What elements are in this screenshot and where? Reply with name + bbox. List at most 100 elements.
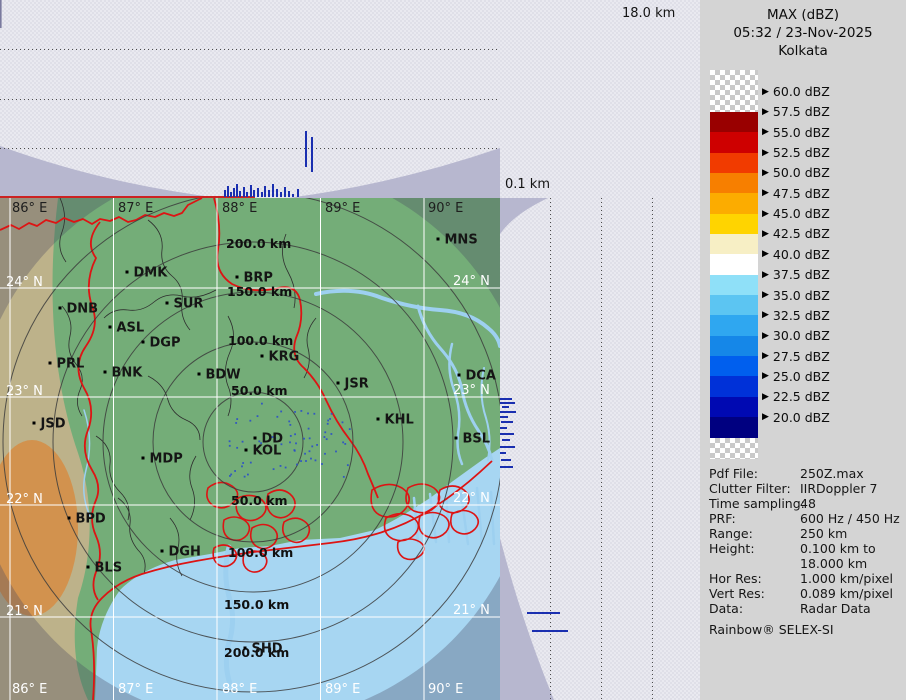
echo-speckle [242, 462, 244, 464]
dbz-scale-label: ▶20.0 dBZ [762, 410, 830, 424]
echo-speckle [327, 423, 329, 425]
station-code-label: DMK [134, 266, 169, 281]
metadata-row: Time sampling:48 [709, 496, 903, 511]
echo-speckle [347, 464, 349, 466]
echo-speckle [261, 403, 263, 405]
echo-height-spike [276, 189, 278, 197]
station-code-label: BDW [206, 368, 241, 383]
echo-speckle [236, 418, 238, 420]
echo-speckle [250, 462, 252, 464]
echo-speckle [342, 421, 344, 423]
scale-tick-arrow-icon: ▶ [762, 371, 769, 381]
product-metadata: Pdf File:250Z.maxClutter Filter:IIRDoppl… [709, 466, 903, 616]
echo-speckle [235, 422, 237, 424]
metadata-row: Data:Radar Data [709, 601, 903, 616]
station-code-label: DGH [169, 545, 201, 560]
top-height-profile-panel [0, 0, 500, 198]
echo-speckle [294, 411, 296, 413]
echo-height-spike [239, 191, 241, 197]
latitude-label-right: 23° N [453, 383, 490, 398]
echo-speckle [324, 453, 326, 455]
echo-speckle [329, 418, 331, 420]
dbz-scale-label: ▶45.0 dBZ [762, 207, 830, 221]
metadata-row: Pdf File:250Z.max [709, 466, 903, 481]
latitude-label-right: 21° N [453, 603, 490, 618]
station-dot [337, 382, 340, 385]
echo-speckle [349, 428, 351, 430]
metadata-value: 600 Hz / 450 Hz [800, 511, 903, 526]
echo-speckle [257, 415, 259, 417]
metadata-label: Clutter Filter: [709, 481, 800, 496]
software-brand: Rainbow® SELEX-SI [709, 622, 834, 637]
scale-tick-arrow-icon: ▶ [762, 229, 769, 239]
echo-height-spike [261, 192, 263, 197]
station-dot [261, 355, 264, 358]
echo-speckle [327, 420, 329, 422]
scale-tick-arrow-icon: ▶ [762, 331, 769, 341]
echo-height-spike [305, 131, 307, 167]
beam-wedge-top [500, 198, 548, 234]
longitude-label-bottom: 88° E [222, 682, 257, 697]
right-height-profile-panel [500, 198, 700, 700]
dbz-scale-label: ▶60.0 dBZ [762, 85, 830, 99]
echo-speckle [273, 468, 275, 470]
echo-speckle [294, 433, 296, 435]
metadata-row: Range:250 km [709, 526, 903, 541]
longitude-label-bottom: 87° E [118, 682, 153, 697]
range-ring-label: 50.0 km [231, 383, 288, 398]
latitude-label-left: 22° N [6, 492, 43, 507]
echo-speckle [311, 445, 313, 447]
echo-height-spike [253, 190, 255, 197]
echo-height-spike [233, 188, 235, 197]
echo-speckle [304, 453, 306, 455]
scale-tick-arrow-icon: ▶ [762, 249, 769, 259]
station-code-label: BLS [95, 561, 123, 576]
metadata-label: Height: [709, 541, 800, 556]
echo-height-spike [297, 189, 299, 197]
range-ring-label: 50.0 km [231, 493, 288, 508]
echo-speckle [288, 421, 290, 423]
longitude-label-top: 89° E [325, 201, 360, 216]
station-dot [68, 517, 71, 520]
station-dot [198, 373, 201, 376]
echo-speckle [258, 440, 260, 442]
metadata-label: Hor Res: [709, 571, 800, 586]
scale-tick-arrow-icon: ▶ [762, 168, 769, 178]
metadata-row: Vert Res:0.089 km/pixel [709, 586, 903, 601]
echo-speckle [229, 445, 231, 447]
station-code-label: JSR [344, 377, 369, 392]
legend-panel: MAX (dBZ) 05:32 / 23-Nov-2025 Kolkata ▶6… [700, 0, 906, 700]
echo-speckle [285, 467, 287, 469]
station-code-label: KHL [385, 413, 414, 428]
echo-speckle [300, 460, 302, 462]
station-code-label: KRG [269, 350, 300, 365]
metadata-row: PRF:600 Hz / 450 Hz [709, 511, 903, 526]
beam-wedge-left [0, 146, 220, 198]
scale-tick-arrow-icon: ▶ [762, 310, 769, 320]
dbz-scale-label: ▶37.5 dBZ [762, 268, 830, 282]
echo-speckle [335, 451, 337, 453]
echo-height-spike [272, 184, 274, 197]
metadata-value: 0.089 km/pixel [800, 586, 903, 601]
echo-speckle [326, 438, 328, 440]
echo-speckle [309, 450, 311, 452]
radar-application-window: 18.0 km 0.1 km [0, 0, 906, 700]
latitude-label-left: 21° N [6, 604, 43, 619]
scale-tick-arrow-icon: ▶ [762, 127, 769, 137]
echo-speckle [229, 440, 231, 442]
range-ring-label: 100.0 km [228, 333, 293, 348]
scale-tick-arrow-icon: ▶ [762, 392, 769, 402]
scale-tick-arrow-icon: ▶ [762, 148, 769, 158]
echo-speckle [290, 435, 292, 437]
echo-speckle [241, 465, 243, 467]
beam-wedge-right [288, 148, 500, 198]
echo-speckle [236, 447, 238, 449]
station-dot [142, 457, 145, 460]
station-dot [244, 647, 247, 650]
latitude-label-left: 24° N [6, 275, 43, 290]
station-code-label: BPD [76, 512, 106, 527]
echo-height-spike [246, 192, 248, 197]
dbz-scale-label: ▶35.0 dBZ [762, 288, 830, 302]
metadata-label: Data: [709, 601, 800, 616]
beam-wedge-bottom [500, 538, 554, 700]
